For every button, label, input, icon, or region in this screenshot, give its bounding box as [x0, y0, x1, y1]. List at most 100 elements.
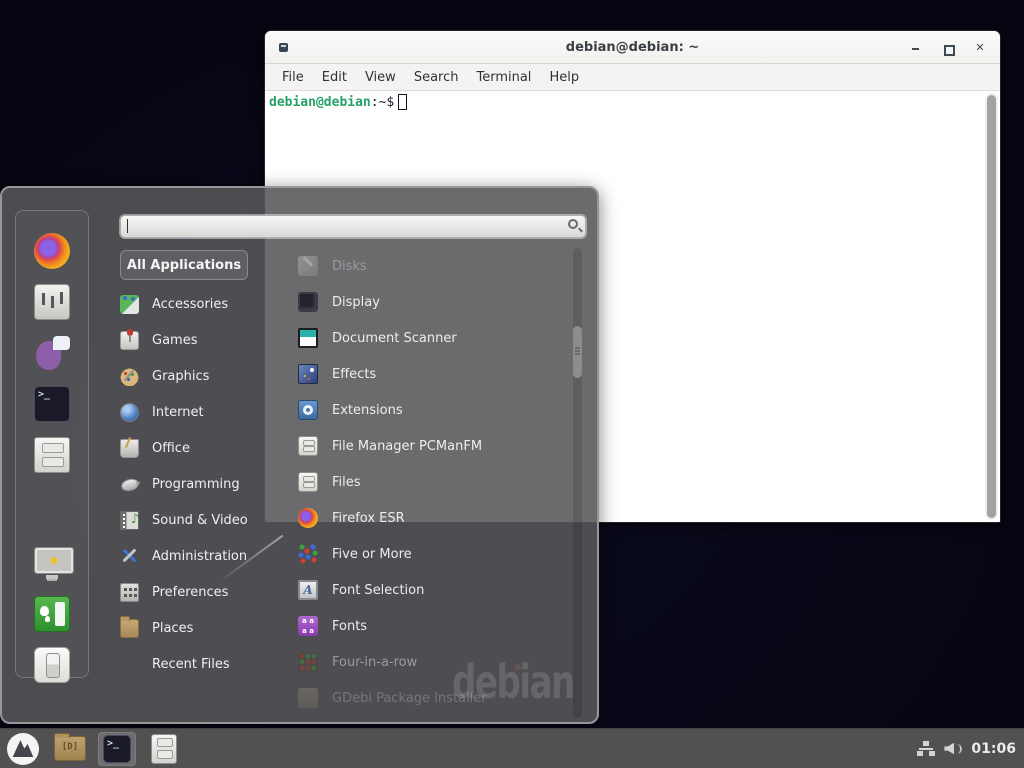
control-center-icon [34, 284, 70, 320]
favorite-control-center[interactable] [34, 284, 70, 320]
terminal-title: debian@debian: ~ [566, 40, 699, 55]
volume-icon[interactable] [944, 741, 962, 757]
maximize-button[interactable] [942, 42, 954, 54]
app-five-or-more[interactable]: Five or More [290, 536, 568, 572]
taskbar-terminal-button[interactable] [98, 732, 136, 766]
category-programming[interactable]: Programming [116, 466, 266, 502]
app-files[interactable]: Files [290, 464, 568, 500]
shutdown-icon [34, 647, 70, 683]
category-sound-video[interactable]: Sound & Video [116, 502, 266, 538]
app-label: Document Scanner [332, 331, 457, 346]
app-fonts[interactable]: Fonts [290, 608, 568, 644]
menu-scrollbar-thumb[interactable] [573, 326, 582, 378]
category-administration[interactable]: Administration [116, 538, 266, 574]
five-or-more-icon [298, 544, 318, 564]
applications-list: Disks Display Document Scanner Effects Exten… [290, 248, 568, 716]
app-label: Four-in-a-row [332, 655, 417, 670]
app-label: Effects [332, 367, 376, 382]
taskbar-desktop-folder-button[interactable] [51, 732, 89, 766]
favorite-logout[interactable] [34, 596, 70, 632]
search-input[interactable] [120, 215, 586, 238]
menu-scrollbar[interactable] [573, 248, 582, 718]
search-icon [568, 219, 578, 229]
window-menu-icon[interactable] [279, 43, 288, 52]
desktop: debian debian@debian: ~ ✕ FileEditViewSe… [0, 0, 1024, 768]
terminal-prompt-line: debian@debian:~$ [269, 94, 407, 110]
pidgin-icon [34, 335, 70, 371]
file-manager-icon [151, 734, 177, 764]
category-accessories[interactable]: Accessories [116, 286, 266, 322]
files-icon [298, 472, 318, 492]
category-label: Office [152, 441, 190, 456]
app-label: Display [332, 295, 380, 310]
favorite-screensaver[interactable] [34, 545, 70, 581]
app-label: Five or More [332, 547, 412, 562]
taskbar-buttons [0, 729, 183, 768]
app-file-manager-pcmanfm[interactable]: File Manager PCManFM [290, 428, 568, 464]
app-extensions[interactable]: Extensions [290, 392, 568, 428]
all-applications-button[interactable]: All Applications [120, 250, 248, 280]
category-label: Programming [152, 477, 240, 492]
administration-icon [120, 547, 139, 566]
firefox-icon [34, 233, 70, 269]
terminal-menu-file[interactable]: File [273, 64, 313, 91]
terminal-menu-search[interactable]: Search [405, 64, 468, 91]
category-label: Internet [152, 405, 204, 420]
minimize-button[interactable] [910, 42, 922, 54]
category-internet[interactable]: Internet [116, 394, 266, 430]
terminal-scrollbar[interactable] [985, 93, 998, 520]
app-document-scanner[interactable]: Document Scanner [290, 320, 568, 356]
app-four-in-a-row[interactable]: Four-in-a-row [290, 644, 568, 680]
search-caret [127, 219, 128, 233]
display-icon [298, 292, 318, 312]
category-places[interactable]: Places [116, 610, 266, 646]
app-label: Fonts [332, 619, 367, 634]
fonts-icon [298, 616, 318, 636]
terminal-titlebar[interactable]: debian@debian: ~ ✕ [265, 31, 1000, 64]
terminal-menu-terminal[interactable]: Terminal [467, 64, 540, 91]
network-icon[interactable] [917, 741, 935, 757]
taskbar-menu-button[interactable] [4, 732, 42, 766]
app-display[interactable]: Display [290, 284, 568, 320]
category-graphics[interactable]: Graphics [116, 358, 266, 394]
firefox-icon [298, 508, 318, 528]
terminal-icon [103, 735, 131, 763]
favorite-firefox[interactable] [34, 233, 70, 269]
app-label: Disks [332, 259, 367, 274]
clock[interactable]: 01:06 [971, 741, 1016, 757]
app-label: Font Selection [332, 583, 424, 598]
category-office[interactable]: Office [116, 430, 266, 466]
category-preferences[interactable]: Preferences [116, 574, 266, 610]
favorite-terminal[interactable] [34, 386, 70, 422]
effects-icon [298, 364, 318, 384]
app-label: Extensions [332, 403, 403, 418]
distro-menu-icon [7, 733, 39, 765]
favorites-column [15, 210, 89, 678]
screensaver-icon [34, 545, 70, 581]
close-button[interactable]: ✕ [974, 42, 986, 54]
games-icon [120, 331, 139, 350]
app-effects[interactable]: Effects [290, 356, 568, 392]
category-label: Sound & Video [152, 513, 248, 528]
app-font-selection[interactable]: Font Selection [290, 572, 568, 608]
terminal-menu-view[interactable]: View [356, 64, 405, 91]
terminal-menu-help[interactable]: Help [540, 64, 588, 91]
favorite-shutdown[interactable] [34, 647, 70, 683]
taskbar-file-manager-button[interactable] [145, 732, 183, 766]
terminal-cursor [398, 94, 407, 110]
favorite-pidgin[interactable] [34, 335, 70, 371]
file-manager-icon [298, 436, 318, 456]
category-games[interactable]: Games [116, 322, 266, 358]
app-disks[interactable]: Disks [290, 248, 568, 284]
document-scanner-icon [298, 328, 318, 348]
terminal-scrollbar-thumb[interactable] [987, 95, 996, 518]
terminal-menubar: FileEditViewSearchTerminalHelp [265, 64, 1000, 91]
terminal-menu-edit[interactable]: Edit [313, 64, 356, 91]
category-recent-files[interactable]: Recent Files [116, 646, 266, 682]
app-gdebi-package-installer[interactable]: GDebi Package Installer [290, 680, 568, 716]
favorite-file-manager[interactable] [34, 437, 70, 473]
app-firefox-esr[interactable]: Firefox ESR [290, 500, 568, 536]
graphics-icon [120, 367, 139, 386]
programming-icon [120, 475, 139, 494]
category-label: Administration [152, 549, 247, 564]
